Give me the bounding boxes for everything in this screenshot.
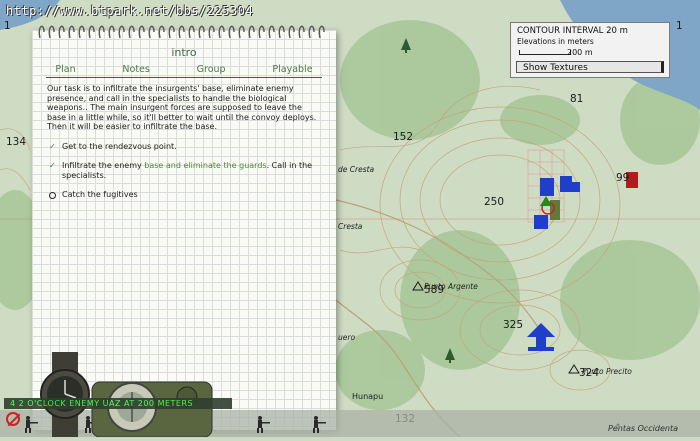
checkmark-icon: ✓ xyxy=(49,141,56,151)
spiral-ring xyxy=(88,25,95,39)
tab-divider xyxy=(46,77,322,78)
spiral-ring xyxy=(268,25,275,39)
tab-playable[interactable]: Playable xyxy=(268,64,316,78)
spiral-ring xyxy=(118,25,125,39)
spiral-ring xyxy=(58,25,65,39)
compass-icon xyxy=(91,381,213,437)
elevation-label: 152 xyxy=(393,131,414,143)
spiral-binding xyxy=(38,25,325,39)
spiral-ring xyxy=(48,25,55,39)
spiral-ring xyxy=(208,25,215,39)
briefing-text: Our task is to infiltrate the insurgents… xyxy=(47,84,317,131)
spiral-ring xyxy=(148,25,155,39)
spiral-ring xyxy=(68,25,75,39)
place-label: Punto Precito xyxy=(582,367,632,376)
show-textures-button[interactable]: Show Textures xyxy=(516,61,664,73)
spiral-ring xyxy=(108,25,115,39)
spiral-ring xyxy=(248,25,255,39)
spiral-ring xyxy=(288,25,295,39)
place-label: Pentas Occidenta xyxy=(608,424,678,433)
task-text-pre: Infiltrate the enemy xyxy=(62,161,145,170)
tab-group[interactable]: Group xyxy=(193,64,230,78)
spiral-ring xyxy=(278,25,285,39)
elevation-label: 81 xyxy=(570,93,584,105)
task-item[interactable]: Catch the fugitives xyxy=(47,190,322,200)
elevation-label: 1 xyxy=(676,20,683,32)
radio-hint-message: 4 2 O'CLOCK ENEMY UAZ AT 200 METERS xyxy=(4,398,232,409)
spiral-ring xyxy=(318,25,325,39)
briefing-body: Our task is to infiltrate the insurgents… xyxy=(47,84,322,200)
spiral-ring xyxy=(128,25,135,39)
checkmark-icon: ✓ xyxy=(49,161,56,170)
tab-plan[interactable]: Plan xyxy=(51,64,80,78)
spiral-ring xyxy=(218,25,225,39)
place-label: Hunapu xyxy=(352,392,384,401)
spiral-ring xyxy=(168,25,175,39)
elevation-label: 1 xyxy=(4,20,11,32)
place-label: de Cresta xyxy=(338,165,375,174)
watch-icon xyxy=(40,352,90,437)
elevation-label: 250 xyxy=(484,196,505,208)
spiral-ring xyxy=(228,25,235,39)
spiral-ring xyxy=(178,25,185,39)
task-item[interactable]: ✓ Get to the rendezvous point. xyxy=(47,142,322,152)
spiral-ring xyxy=(78,25,85,39)
elevation-label: 325 xyxy=(503,319,524,331)
place-label: Cresta xyxy=(338,222,363,231)
tab-notes[interactable]: Notes xyxy=(118,64,153,78)
spiral-ring xyxy=(138,25,145,39)
spiral-ring xyxy=(98,25,105,39)
place-label: Punto Argente xyxy=(424,282,478,291)
place-label: uero xyxy=(338,333,356,342)
notebook-title: intro xyxy=(171,46,197,59)
contour-title: CONTOUR INTERVAL 20 m xyxy=(517,26,628,36)
watermark-url: http://www.btpark.net/bbs/225304 xyxy=(6,4,254,18)
scale-bar xyxy=(519,50,571,55)
spiral-ring xyxy=(298,25,305,39)
task-link[interactable]: base and eliminate the guards xyxy=(144,161,266,170)
elevation-label: 134 xyxy=(6,136,27,148)
task-item[interactable]: ✓ Infiltrate the enemy base and eliminat… xyxy=(47,161,322,180)
contour-legend: CONTOUR INTERVAL 20 m Elevations in mete… xyxy=(510,22,670,78)
current-task-icon xyxy=(49,192,56,199)
contour-subtitle: Elevations in meters xyxy=(517,37,594,46)
notebook-tabs: Plan Notes Group Playable xyxy=(32,64,336,78)
spiral-ring xyxy=(198,25,205,39)
spiral-ring xyxy=(238,25,245,39)
no-entry-icon xyxy=(6,412,20,426)
spiral-ring xyxy=(38,25,45,39)
spiral-ring xyxy=(188,25,195,39)
spiral-ring xyxy=(258,25,265,39)
elevation-label: 99 xyxy=(616,172,630,184)
task-text: Get to the rendezvous point. xyxy=(62,141,177,151)
scale-label: 200 m xyxy=(567,48,593,57)
watch-compass-tools[interactable] xyxy=(22,352,222,437)
task-text: Catch the fugitives xyxy=(62,190,138,199)
spiral-ring xyxy=(308,25,315,39)
spiral-ring xyxy=(158,25,165,39)
